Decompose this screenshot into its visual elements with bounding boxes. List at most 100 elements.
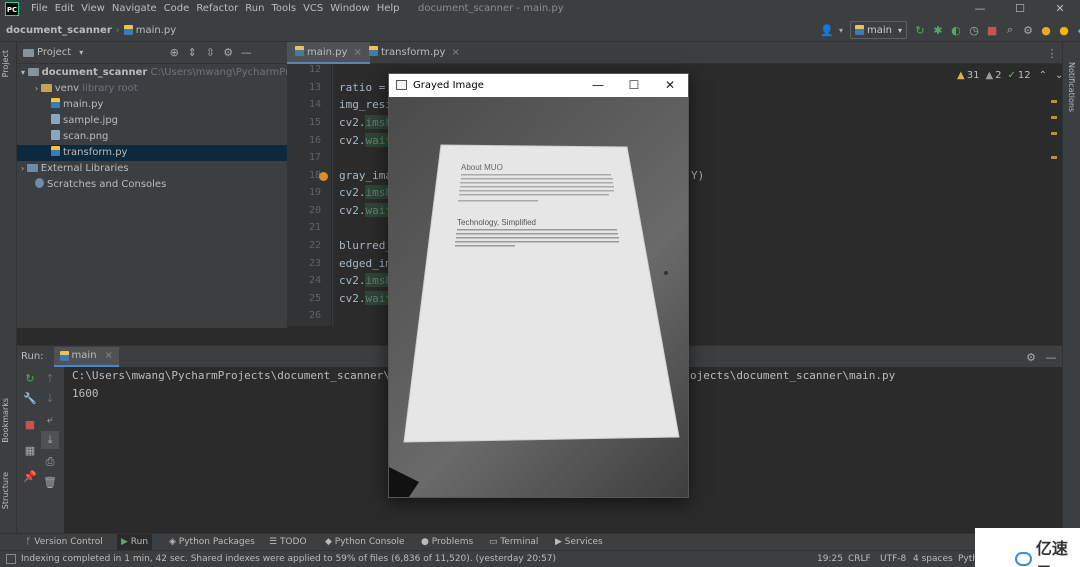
close-button[interactable]: ✕ [1040, 0, 1080, 18]
close-icon[interactable]: × [105, 346, 113, 366]
image-maximize-button[interactable]: ☐ [616, 74, 652, 97]
run-tab-main[interactable]: main × [53, 346, 119, 367]
run-configuration-select[interactable]: main ▾ [850, 21, 908, 39]
menu-help[interactable]: Help [374, 0, 403, 18]
tree-item-transform-py[interactable]: transform.py [17, 145, 287, 161]
menu-edit[interactable]: Edit [52, 0, 77, 18]
run-config-label: main [867, 24, 892, 36]
tree-item-sample-jpg[interactable]: sample.jpg [51, 113, 118, 129]
hide-icon[interactable]: — [237, 44, 255, 62]
tool-tab-terminal[interactable]: ▭ Terminal [489, 534, 538, 551]
expand-all-icon[interactable]: ⇕ [183, 44, 201, 62]
search-icon[interactable]: ⌕ [1001, 21, 1019, 39]
tree-item-external-libraries[interactable]: › External Libraries [21, 161, 129, 177]
tool-tab-notifications[interactable]: Notifications [1067, 62, 1076, 112]
tool-tab-services[interactable]: ▶ Services [555, 534, 603, 551]
tab-transform-py[interactable]: transform.py × [361, 42, 468, 64]
caret-position[interactable]: 19:25 [817, 551, 843, 567]
scroll-marker[interactable] [1051, 116, 1057, 119]
menu-code[interactable]: Code [161, 0, 193, 18]
maximize-button[interactable]: ☐ [1000, 0, 1040, 18]
image-window-titlebar[interactable]: Grayed Image — ☐ ✕ [389, 74, 688, 97]
print-icon[interactable]: ⎙ [41, 453, 59, 471]
scroll-to-end-icon[interactable]: ⤓ [41, 431, 59, 449]
tool-tab-python-console[interactable]: ◆ Python Console [325, 534, 405, 551]
tab-label: main.py [307, 47, 348, 58]
menu-vcs[interactable]: VCS [300, 0, 326, 18]
tree-item-scan-png[interactable]: scan.png [51, 129, 108, 145]
tool-tab-problems[interactable]: ● Problems [421, 534, 473, 551]
coverage-icon[interactable]: ◐ [947, 21, 965, 39]
down-arrow-icon[interactable]: ↓ [41, 389, 59, 407]
tool-windows-icon[interactable] [6, 554, 16, 564]
user-icon[interactable]: 👤 [818, 21, 836, 39]
grayed-image-window[interactable]: Grayed Image — ☐ ✕ About MUO Technology,… [388, 73, 689, 498]
settings-icon[interactable]: ⚙ [1019, 21, 1037, 39]
menu-tools[interactable]: Tools [268, 0, 299, 18]
inspection-widget[interactable]: ▲ 31 ▲ 2 ✓ 12 ⌃ ⌄ [957, 68, 1063, 82]
tool-tab-version-control[interactable]: ᚶ Version Control [26, 534, 103, 551]
layout-icon[interactable]: ▦ [21, 441, 39, 459]
update-icon[interactable]: ● [1037, 21, 1055, 39]
tool-tab-bookmarks[interactable]: Bookmarks [1, 398, 10, 443]
collapse-all-icon[interactable]: ⇳ [201, 44, 219, 62]
window-controls: — ☐ ✕ [960, 0, 1080, 18]
file-encoding[interactable]: UTF-8 [880, 551, 906, 567]
tree-item-document-scanner[interactable]: ▾ document_scanner C:\Users\mwang\Pychar… [21, 65, 319, 81]
soft-wrap-icon[interactable]: ⤶ [41, 411, 59, 429]
plugin-icon[interactable]: ● [1055, 21, 1073, 39]
gear-icon[interactable]: ⚙ [219, 44, 237, 62]
breadcrumb-file[interactable]: main.py [136, 25, 176, 36]
jetbrains-toolbox-icon[interactable]: ◆ [1073, 21, 1080, 39]
tab-main-py[interactable]: main.py × [287, 42, 370, 64]
close-icon[interactable]: × [451, 47, 459, 58]
stop-icon[interactable]: ■ [21, 415, 39, 433]
tool-tab-project[interactable]: Project [1, 50, 10, 77]
scroll-marker[interactable] [1051, 132, 1057, 135]
tree-item-label: main.py [63, 99, 104, 110]
rerun-icon[interactable]: ↻ [911, 21, 929, 39]
minimize-button[interactable]: — [960, 0, 1000, 18]
line-separator[interactable]: CRLF [848, 551, 871, 567]
breadcrumb-project[interactable]: document_scanner [6, 25, 112, 36]
hide-icon[interactable]: — [1042, 348, 1060, 366]
menu-window[interactable]: Window [327, 0, 372, 18]
profile-icon[interactable]: ◷ [965, 21, 983, 39]
rerun-icon[interactable]: ↻ [21, 369, 39, 387]
locate-icon[interactable]: ⊕ [165, 44, 183, 62]
menu-navigate[interactable]: Navigate [109, 0, 160, 18]
menu-run[interactable]: Run [242, 0, 267, 18]
navigation-bar: document_scanner › main.py 👤 ▾ main ▾ ↻ … [0, 18, 1080, 42]
chevron-down-icon[interactable]: ▾ [79, 48, 83, 57]
menu-refactor[interactable]: Refactor [193, 0, 241, 18]
tree-item-scratches[interactable]: Scratches and Consoles [35, 177, 166, 193]
chevron-down-icon[interactable]: ⌄ [1055, 70, 1063, 81]
indent-setting[interactable]: 4 spaces [913, 551, 953, 567]
trash-icon[interactable]: 🗑 [41, 473, 59, 491]
image-minimize-button[interactable]: — [580, 74, 616, 97]
pin-icon[interactable]: 📌 [21, 467, 39, 485]
tool-tab-python-packages[interactable]: ◈ Python Packages [169, 534, 255, 551]
gear-icon[interactable]: ⚙ [1022, 348, 1040, 366]
tree-item-main-py[interactable]: main.py [51, 97, 103, 113]
scroll-marker[interactable] [1051, 100, 1057, 103]
chevron-down-icon[interactable]: ▾ [836, 21, 846, 39]
wrench-icon[interactable]: 🔧 [21, 389, 39, 407]
tool-tab-run[interactable]: ▶ Run [117, 534, 153, 551]
tool-tab-structure[interactable]: Structure [1, 472, 10, 509]
chevron-up-icon[interactable]: ⌃ [1039, 70, 1047, 81]
image-close-button[interactable]: ✕ [652, 74, 688, 97]
breakpoint-icon[interactable] [319, 172, 328, 181]
window-title: document_scanner - main.py [418, 3, 564, 14]
scroll-marker[interactable] [1051, 156, 1057, 159]
menu-file[interactable]: File [28, 0, 51, 18]
debug-icon[interactable]: ✱ [929, 21, 947, 39]
tool-tab-todo[interactable]: ☰ TODO [269, 534, 307, 551]
tree-item-venv[interactable]: › venv library root [35, 81, 138, 97]
project-panel-title[interactable]: Project [37, 47, 71, 58]
stop-icon[interactable]: ■ [983, 21, 1001, 39]
status-message[interactable]: Indexing completed in 1 min, 42 sec. Sha… [21, 551, 556, 567]
more-options-icon[interactable]: ⋮ [1043, 44, 1061, 62]
menu-view[interactable]: View [78, 0, 108, 18]
up-arrow-icon[interactable]: ↑ [41, 369, 59, 387]
